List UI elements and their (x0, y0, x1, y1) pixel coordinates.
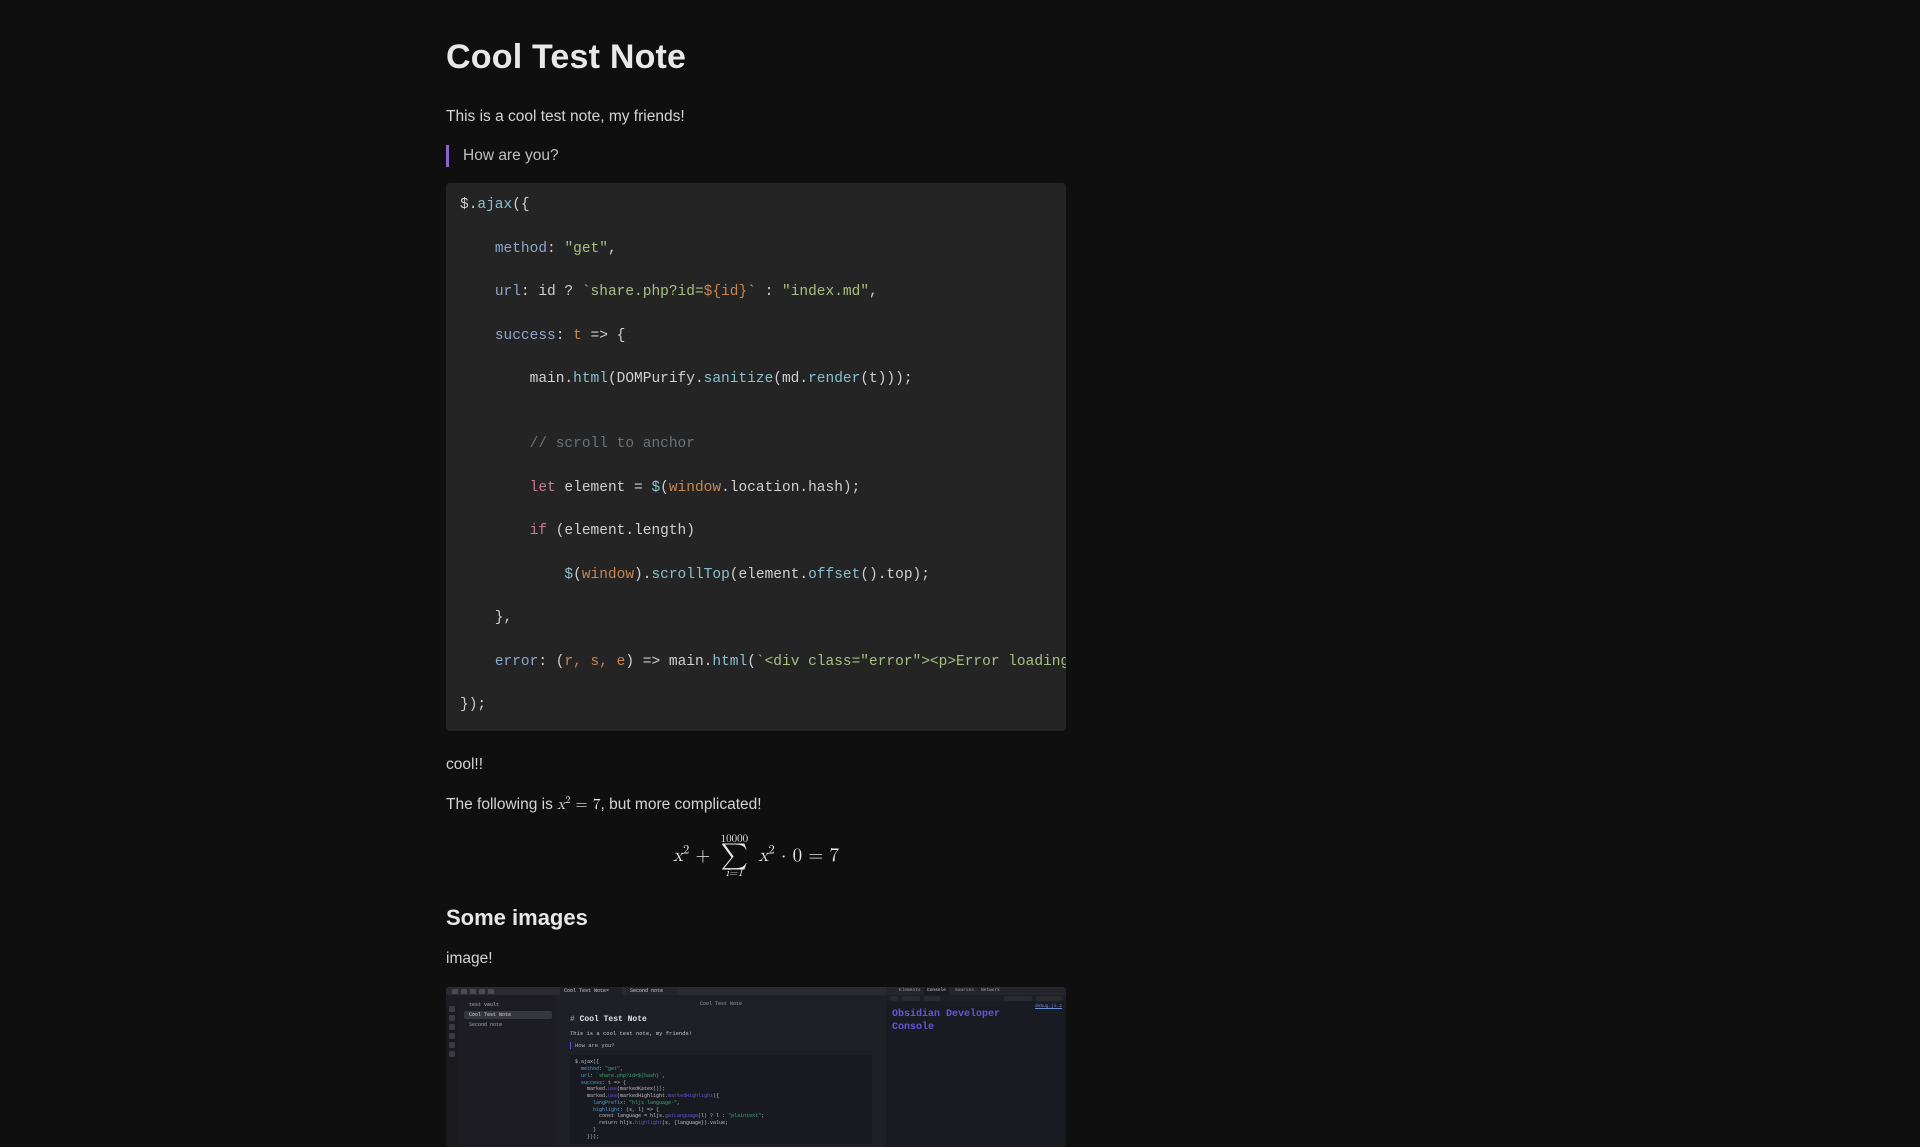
shot-breadcrumb: Cool Test Note (556, 1001, 886, 1007)
blockquote: How are you? (446, 145, 1066, 167)
embedded-screenshot: test vault Cool Test Note Second note Co… (446, 987, 1066, 1147)
shot-file-other: Second note (464, 1021, 552, 1029)
shot-quote: How are you? (570, 1042, 872, 1049)
images-heading: Some images (446, 905, 1066, 931)
shot-file-active: Cool Test Note (464, 1011, 552, 1019)
post-code-paragraph: cool!! (446, 753, 1066, 777)
shot-tab-1: Cool Test Note× (560, 987, 622, 995)
document-body: Cool Test Note This is a cool test note,… (446, 0, 1066, 1147)
shot-devtools: Elements Console Sources Network debug.j… (886, 987, 1066, 1147)
shot-side-ribbon (446, 1003, 458, 1147)
shot-devtools-log: Obsidian Developer Console (892, 1009, 1062, 1034)
shot-h1: # Cool Test Note (570, 1015, 872, 1024)
shot-vault-name: test vault (464, 1001, 552, 1009)
shot-tabs: Cool Test Note× Second note (556, 987, 886, 995)
shot-tab-2: Second note (626, 987, 678, 995)
image-caption: image! (446, 947, 1066, 971)
code-block: $.ajax({ method: "get", url: id ? `share… (446, 183, 1066, 731)
shot-devtools-tabs: Elements Console Sources Network (886, 987, 1066, 995)
inline-math: x2 = 7 (557, 798, 600, 813)
shot-sidebar: test vault Cool Test Note Second note (446, 995, 556, 1147)
shot-editor: Cool Test Note # Cool Test Note This is … (556, 995, 886, 1147)
inline-math-paragraph: The following is x2 = 7, but more compli… (446, 793, 1066, 818)
close-icon: × (606, 988, 609, 994)
page-title: Cool Test Note (446, 38, 1066, 77)
display-math: x2 + 10000 ∑ i=1 x2 · 0 = 7 (446, 834, 1066, 879)
shot-devtools-toolbar (886, 995, 1066, 1002)
intro-paragraph: This is a cool test note, my friends! (446, 105, 1066, 129)
shot-codeblock: $.ajax({ method: "get", url: `share.php?… (570, 1055, 872, 1144)
